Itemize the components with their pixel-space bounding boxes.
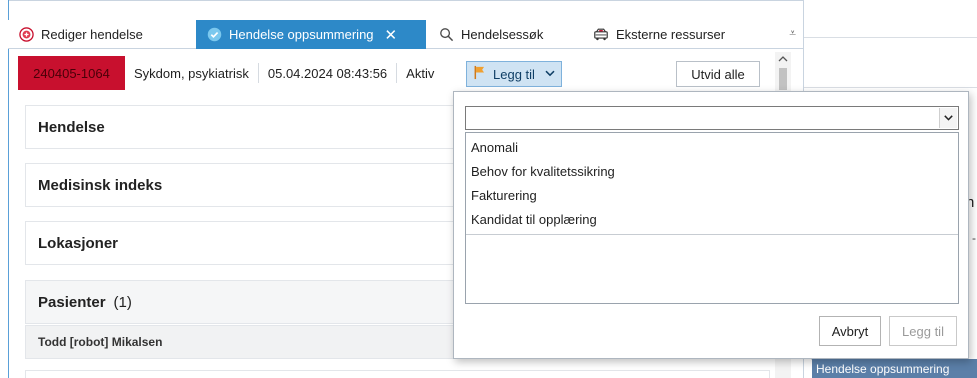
legg-til-dropdown-button[interactable]: Legg til bbox=[466, 61, 562, 87]
clipped-text: - bbox=[972, 231, 976, 245]
section-title: Medisinsk indeks bbox=[38, 176, 163, 194]
window-left-border bbox=[8, 0, 9, 378]
option-behov-for-kvalitetssikring[interactable]: Behov for kvalitetssikring bbox=[466, 160, 958, 184]
option-fakturering[interactable]: Fakturering bbox=[466, 184, 958, 208]
scroll-thumb[interactable] bbox=[779, 68, 787, 90]
tab-label: Eksterne ressurser bbox=[616, 27, 726, 42]
search-icon bbox=[438, 27, 454, 43]
tab-rediger-hendelse[interactable]: Rediger hendelse bbox=[8, 20, 195, 49]
add-button-disabled[interactable]: Legg til bbox=[889, 316, 957, 346]
incident-datetime: 05.04.2024 08:43:56 bbox=[259, 63, 398, 83]
tab-label: Hendelsessøk bbox=[461, 27, 544, 42]
patient-count: (1) bbox=[113, 293, 132, 311]
tab-label: Hendelse oppsummering bbox=[229, 27, 374, 42]
option-list: Anomali Behov for kvalitetssikring Faktu… bbox=[466, 133, 958, 235]
ambulance-icon bbox=[593, 27, 609, 43]
tab-overflow-icon[interactable]: ⩡ bbox=[789, 26, 796, 41]
section-title: Lokasjoner bbox=[38, 234, 119, 252]
option-anomali[interactable]: Anomali bbox=[466, 136, 958, 160]
category-combobox[interactable] bbox=[465, 106, 959, 130]
case-id-badge: 240405-1064 bbox=[18, 56, 125, 90]
flag-icon bbox=[473, 65, 487, 83]
section-next bbox=[25, 370, 770, 378]
check-circle-icon bbox=[206, 27, 222, 43]
expand-all-button[interactable]: Utvid alle bbox=[676, 61, 760, 87]
tab-hendelsessok[interactable]: Hendelsessøk bbox=[428, 20, 578, 49]
category-listbox[interactable]: Anomali Behov for kvalitetssikring Faktu… bbox=[465, 132, 959, 304]
tab-hendelse-oppsummering-bottom[interactable]: Hendelse oppsummering bbox=[812, 359, 977, 378]
section-title: Pasienter bbox=[38, 293, 106, 311]
divider bbox=[804, 37, 977, 38]
legg-til-label: Legg til bbox=[493, 66, 535, 82]
chevron-down-icon[interactable] bbox=[939, 108, 957, 128]
legg-til-popup: Anomali Behov for kvalitetssikring Faktu… bbox=[453, 91, 969, 359]
patient-name: Todd [robot] Mikalsen bbox=[38, 335, 163, 349]
section-title: Hendelse bbox=[38, 118, 105, 136]
option-kandidat-til-opplaering[interactable]: Kandidat til opplæring bbox=[466, 208, 958, 232]
tab-hendelse-oppsummering[interactable]: Hendelse oppsummering ✕ bbox=[196, 20, 426, 49]
cancel-button[interactable]: Avbryt bbox=[819, 316, 881, 346]
scroll-up-icon[interactable] bbox=[778, 54, 788, 65]
incident-status: Aktiv bbox=[406, 65, 435, 81]
plus-circle-icon bbox=[18, 27, 34, 43]
window-top-border bbox=[8, 0, 804, 1]
close-icon[interactable]: ✕ bbox=[385, 26, 398, 44]
tab-bar: Rediger hendelse Hendelse oppsummering ✕… bbox=[8, 20, 804, 49]
chevron-down-icon bbox=[545, 68, 555, 80]
divider bbox=[804, 87, 977, 88]
incident-info-row: 240405-1064 Sykdom, psykiatrisk 05.04.20… bbox=[18, 56, 778, 90]
tab-label: Rediger hendelse bbox=[41, 27, 143, 42]
incident-type: Sykdom, psykiatrisk bbox=[125, 63, 259, 83]
tab-eksterne-ressurser[interactable]: Eksterne ressurser bbox=[583, 20, 753, 49]
